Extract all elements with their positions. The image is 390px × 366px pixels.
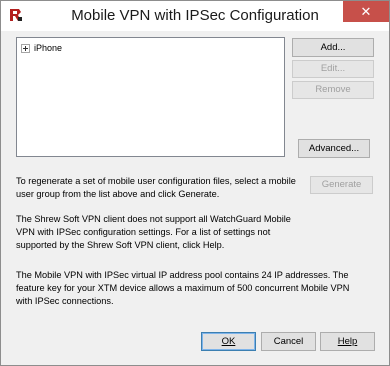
window-title: Mobile VPN with IPSec Configuration — [71, 7, 319, 24]
text-line: The Mobile VPN with IPSec virtual IP add… — [16, 270, 349, 280]
text-line: feature key for your XTM device allows a… — [16, 283, 350, 293]
text-line: The Shrew Soft VPN client does not suppo… — [16, 214, 291, 224]
help-button[interactable]: Help — [320, 332, 375, 351]
remove-button[interactable]: Remove — [292, 81, 374, 99]
shrew-soft-notice: The Shrew Soft VPN client does not suppo… — [16, 213, 291, 252]
close-button[interactable]: ✕ — [343, 1, 389, 22]
expand-icon[interactable] — [21, 44, 30, 53]
ok-button[interactable]: OK — [201, 332, 256, 351]
ip-pool-notice: The Mobile VPN with IPSec virtual IP add… — [16, 269, 349, 308]
regenerate-instructions: To regenerate a set of mobile user confi… — [16, 175, 296, 201]
user-group-tree[interactable]: iPhone — [16, 37, 285, 157]
help-label: Help — [337, 336, 358, 347]
add-button[interactable]: Add... — [292, 38, 374, 57]
generate-button[interactable]: Generate — [310, 176, 373, 194]
edit-button[interactable]: Edit... — [292, 60, 374, 78]
text-line: To regenerate a set of mobile user confi… — [16, 176, 296, 186]
text-line: user group from the list above and click… — [16, 189, 220, 199]
text-line: with IPSec connections. — [16, 296, 114, 306]
tree-item-label: iPhone — [34, 43, 63, 53]
ok-label: OK — [221, 336, 236, 347]
text-line: VPN with IPSec configuration settings. F… — [16, 227, 271, 237]
text-line: supported by the Shrew Soft VPN client, … — [16, 240, 225, 250]
cancel-button[interactable]: Cancel — [261, 332, 316, 351]
title-bar[interactable]: Mobile VPN with IPSec Configuration ✕ — [1, 1, 389, 31]
dialog-body: iPhone Add... Edit... Remove Advanced...… — [1, 31, 389, 365]
cancel-label: Cancel — [273, 336, 304, 347]
dialog-window: Mobile VPN with IPSec Configuration ✕ iP… — [0, 0, 390, 366]
advanced-button[interactable]: Advanced... — [298, 139, 370, 158]
